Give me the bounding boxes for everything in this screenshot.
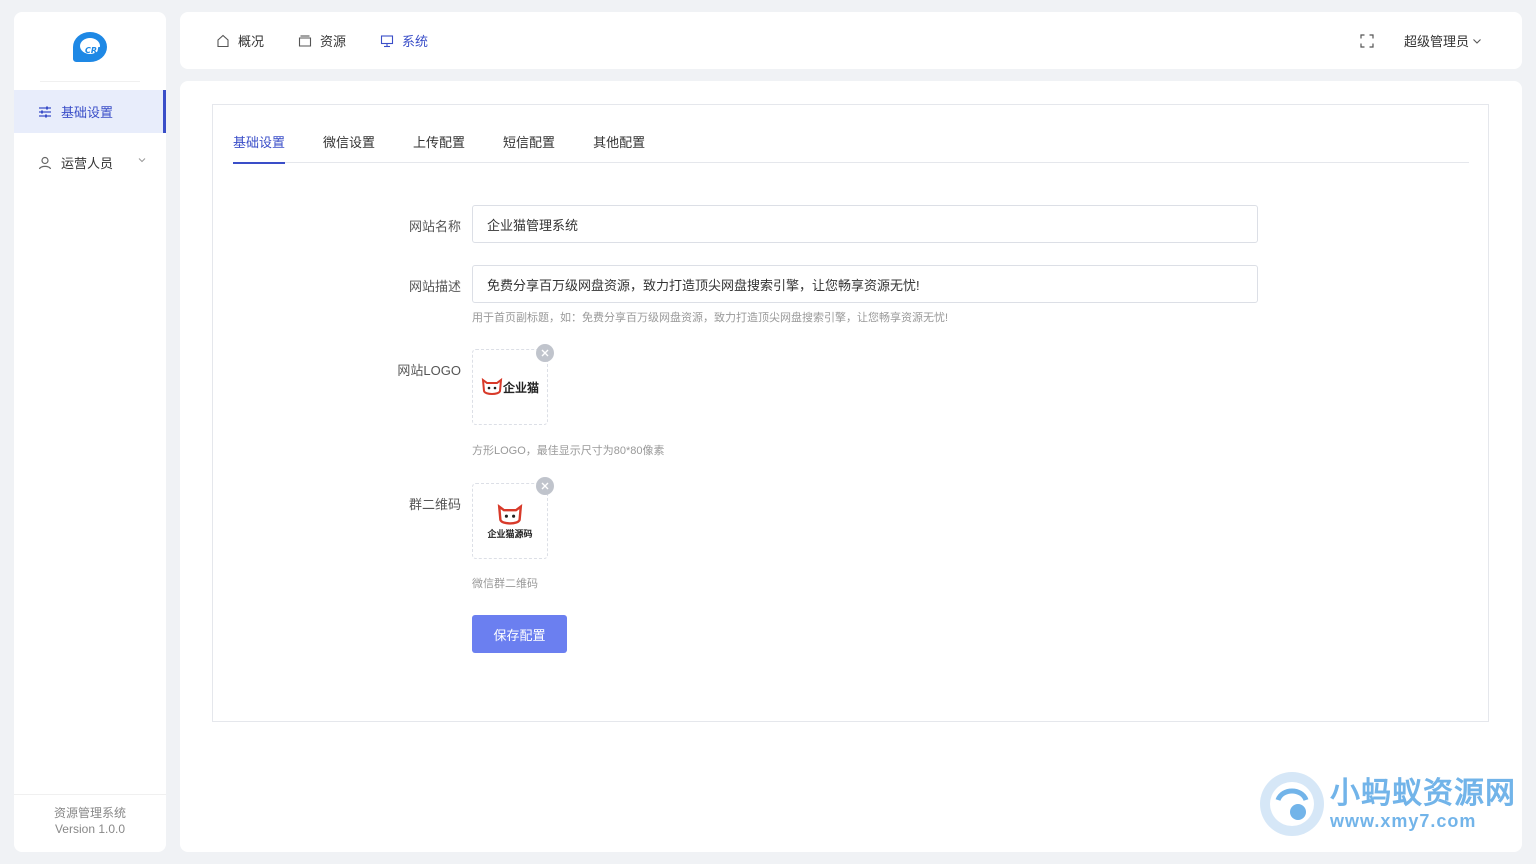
cat-logo-icon bbox=[497, 503, 523, 525]
sidebar-footer: 资源管理系统 Version 1.0.0 bbox=[14, 794, 166, 852]
version-label: Version 1.0.0 bbox=[54, 822, 126, 836]
user-icon bbox=[38, 156, 52, 169]
site-desc-hint: 用于首页副标题，如：免费分享百万级网盘资源，致力打造顶尖网盘搜索引擎，让您畅享资… bbox=[472, 312, 949, 324]
site-logo-label: 网站LOGO bbox=[397, 363, 461, 378]
top-nav: 概况 资源 系统 bbox=[216, 12, 462, 69]
system-name: 资源管理系统 bbox=[53, 806, 126, 820]
group-qr-image: 企业猫源码 bbox=[487, 503, 533, 540]
nav-system[interactable]: 系统 bbox=[380, 31, 428, 50]
site-logo-image: 企业猫 bbox=[481, 377, 539, 397]
tab-basic-settings[interactable]: 基础设置 bbox=[233, 133, 286, 164]
cat-logo-icon bbox=[481, 377, 503, 395]
group-qr-uploader[interactable]: 企业猫源码 bbox=[472, 483, 548, 559]
watermark-url: www.xmy7.com bbox=[1330, 811, 1477, 831]
remove-qr-button[interactable] bbox=[536, 477, 554, 495]
crm-logo-icon: CRM bbox=[73, 31, 107, 62]
sidebar-item-label: 运营人员 bbox=[61, 156, 114, 171]
site-logo-text: 企业猫 bbox=[502, 380, 539, 395]
save-config-button[interactable]: 保存配置 bbox=[472, 615, 567, 653]
site-desc-label: 网站描述 bbox=[408, 279, 461, 294]
home-icon bbox=[217, 34, 229, 47]
close-icon bbox=[541, 349, 549, 357]
group-qr-label: 群二维码 bbox=[408, 497, 461, 512]
logo-text: CRM bbox=[85, 45, 105, 55]
settings-tabs: 基础设置 微信设置 上传配置 短信配置 其他配置 bbox=[233, 133, 1469, 164]
nav-overview[interactable]: 概况 bbox=[216, 31, 264, 50]
ant-logo-icon bbox=[1260, 772, 1324, 836]
nav-label: 概况 bbox=[238, 34, 265, 49]
sidebar: CRM 基础设置 运营人员 资源管理系统 Version 1.0.0 bbox=[14, 12, 166, 852]
group-qr-text: 企业猫源码 bbox=[487, 528, 533, 539]
group-qr-hint: 微信群二维码 bbox=[472, 578, 538, 590]
remove-logo-button[interactable] bbox=[536, 344, 554, 362]
site-name-label: 网站名称 bbox=[408, 219, 461, 234]
settings-panel: 基础设置 微信设置 上传配置 短信配置 其他配置 网站名称 网站描述 用于首页副… bbox=[212, 104, 1489, 722]
monitor-icon bbox=[380, 34, 394, 47]
chevron-down-icon bbox=[1473, 38, 1481, 44]
sidebar-item-label: 基础设置 bbox=[61, 105, 114, 120]
fullscreen-icon bbox=[1360, 33, 1374, 48]
fullscreen-button[interactable] bbox=[1360, 33, 1374, 48]
close-icon bbox=[541, 482, 549, 490]
tab-other-config[interactable]: 其他配置 bbox=[593, 133, 645, 163]
tab-wechat-settings[interactable]: 微信设置 bbox=[323, 133, 375, 163]
header-actions: 超级管理员 bbox=[1360, 12, 1482, 69]
site-logo-hint: 方形LOGO，最佳显示尺寸为80*80像素 bbox=[472, 445, 665, 457]
main-content: 基础设置 微信设置 上传配置 短信配置 其他配置 网站名称 网站描述 用于首页副… bbox=[180, 81, 1522, 852]
watermark-title: 小蚂蚁资源网 bbox=[1330, 777, 1516, 810]
folder-icon bbox=[298, 34, 312, 47]
chevron-down-icon[interactable] bbox=[138, 156, 146, 164]
sidebar-item-basic-settings[interactable]: 基础设置 bbox=[14, 90, 166, 133]
site-logo-uploader[interactable]: 企业猫 bbox=[472, 349, 548, 425]
app-logo[interactable]: CRM bbox=[40, 12, 140, 82]
nav-label: 系统 bbox=[402, 34, 429, 49]
tab-sms-config[interactable]: 短信配置 bbox=[503, 133, 555, 163]
top-bar: 概况 资源 系统 超级管理员 bbox=[180, 12, 1522, 69]
watermark: 小蚂蚁资源网 www.xmy7.com bbox=[1258, 770, 1516, 838]
site-desc-input[interactable] bbox=[472, 265, 1258, 303]
user-menu[interactable]: 超级管理员 bbox=[1404, 31, 1482, 50]
tab-upload-config[interactable]: 上传配置 bbox=[413, 133, 465, 163]
sidebar-item-operators[interactable]: 运营人员 bbox=[14, 141, 166, 184]
user-name: 超级管理员 bbox=[1403, 34, 1469, 49]
site-name-input[interactable] bbox=[472, 205, 1258, 243]
sliders-icon bbox=[39, 106, 51, 117]
nav-resources[interactable]: 资源 bbox=[298, 31, 346, 50]
nav-label: 资源 bbox=[320, 34, 347, 49]
